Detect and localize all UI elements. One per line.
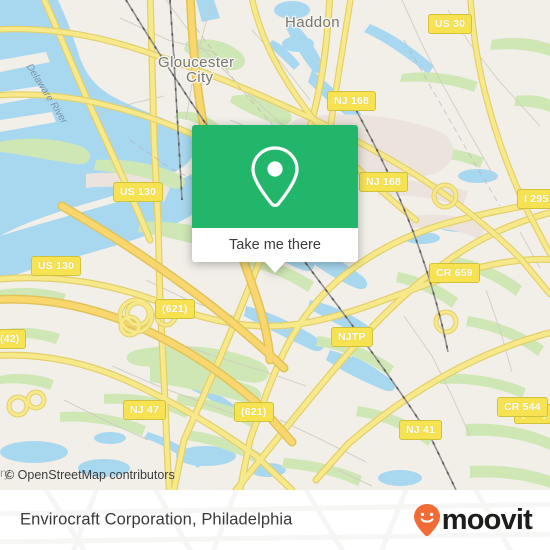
map-canvas[interactable]: Haddon Gloucester City Delaware River ry… (0, 0, 550, 490)
callout-pointer (264, 261, 286, 273)
road-shield-621-south[interactable]: (621) (234, 402, 274, 422)
road-shield-621-north[interactable]: (621) (155, 299, 195, 319)
road-shield-nj-47[interactable]: NJ 47 (123, 400, 167, 420)
road-shield-nj-41[interactable]: NJ 41 (399, 420, 443, 440)
road-shield-us-130-west[interactable]: US 130 (31, 256, 82, 276)
road-shield-cr-544[interactable]: CR 544 (497, 397, 548, 417)
take-me-there-button[interactable]: Take me there (192, 228, 358, 262)
moovit-wordmark: moovit (441, 503, 533, 536)
moovit-logo[interactable]: moovit (413, 503, 533, 537)
location-title: Envirocraft Corporation, Philadelphia (20, 510, 293, 529)
road-shield-us-30[interactable]: US 30 (428, 14, 473, 34)
road-shield-cr-659[interactable]: CR 659 (429, 263, 480, 283)
callout-image-panel (192, 125, 358, 228)
location-callout-card[interactable]: Take me there (192, 125, 358, 273)
road-shield-us-130-north[interactable]: US 130 (113, 182, 164, 202)
openstreetmap-attribution[interactable]: © OpenStreetMap contributors (5, 468, 175, 482)
footer-bar: Envirocraft Corporation, Philadelphia mo… (0, 490, 550, 550)
road-shield-nj-168-east[interactable]: NJ 168 (359, 172, 409, 192)
moovit-pin-icon (413, 504, 440, 537)
map-pin-icon (251, 145, 299, 207)
road-shield-njtp[interactable]: NJTP (331, 327, 373, 347)
road-shield-42[interactable]: (42) (0, 329, 27, 349)
road-shield-i-295[interactable]: I 295 (517, 189, 550, 209)
road-shield-nj-168-north[interactable]: NJ 168 (327, 91, 377, 111)
